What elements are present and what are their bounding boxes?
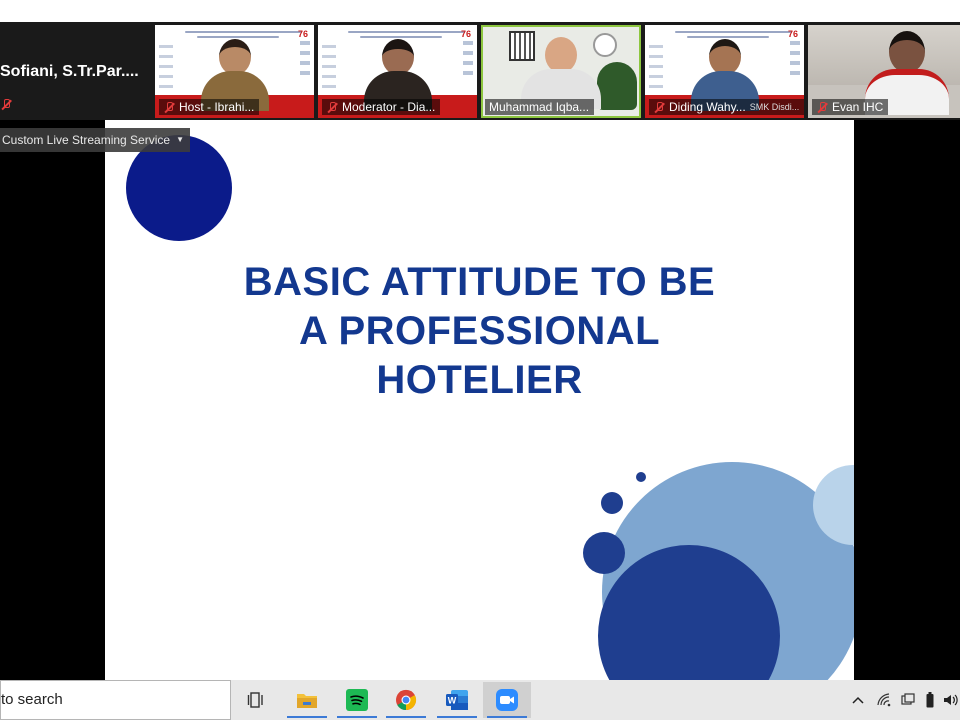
muted-mic-icon bbox=[816, 101, 828, 113]
file-explorer-icon[interactable] bbox=[283, 682, 331, 718]
chevron-up-icon[interactable] bbox=[850, 690, 866, 710]
window-top-strip bbox=[0, 0, 960, 22]
muted-mic-icon bbox=[653, 101, 665, 113]
slide-title: BASIC ATTITUDE TO BE A PROFESSIONAL HOTE… bbox=[243, 260, 716, 402]
participant-tile-diding[interactable]: 76 Diding Wahy... SMK Disdi... bbox=[645, 25, 804, 118]
participant-name-label: Diding Wahy... SMK Disdi... bbox=[649, 99, 804, 115]
taskbar-search-input[interactable]: to search bbox=[0, 680, 231, 720]
plant bbox=[597, 62, 637, 110]
chrome-icon[interactable] bbox=[382, 682, 430, 718]
participant-name-label: Host - Ibrahi... bbox=[159, 99, 260, 115]
decor-dot-medium bbox=[601, 492, 623, 514]
participant-tile-moderator[interactable]: 76 Moderator - Dia... bbox=[318, 25, 477, 118]
dropdown-caret-icon: ▼ bbox=[176, 135, 184, 144]
gallery-strip: Sofiani, S.Tr.Par.... 76 Host - Ibrahi..… bbox=[0, 22, 960, 120]
shared-presentation-slide: BASIC ATTITUDE TO BE A PROFESSIONAL HOTE… bbox=[105, 120, 854, 680]
svg-text:W: W bbox=[448, 696, 457, 706]
participant-tile-evan[interactable]: Evan IHC bbox=[808, 25, 960, 118]
participant-name: Sofiani, S.Tr.Par.... bbox=[0, 63, 139, 80]
participant-tile-sofiani[interactable]: Sofiani, S.Tr.Par.... bbox=[0, 25, 150, 118]
speaker-icon[interactable] bbox=[942, 690, 960, 710]
participant-name-label: Muhammad Iqba... bbox=[485, 99, 595, 115]
spotify-icon[interactable] bbox=[333, 682, 381, 718]
participant-name-label: Moderator - Dia... bbox=[322, 99, 441, 115]
live-streaming-menu[interactable]: Custom Live Streaming Service ▼ bbox=[0, 128, 190, 152]
participant-tile-muhammad-iqbal[interactable]: Muhammad Iqba... bbox=[481, 25, 641, 118]
decor-dot-small bbox=[636, 472, 646, 482]
display-project-icon[interactable] bbox=[899, 690, 917, 710]
wifi-icon[interactable] bbox=[876, 690, 894, 710]
muted-mic-icon bbox=[163, 101, 175, 113]
muted-mic-icon bbox=[0, 97, 12, 115]
participant-tile-host[interactable]: 76 Host - Ibrahi... bbox=[155, 25, 314, 118]
battery-icon[interactable] bbox=[922, 690, 938, 710]
decor-dot-large bbox=[583, 532, 625, 574]
muted-mic-icon bbox=[326, 101, 338, 113]
zoom-icon[interactable] bbox=[483, 682, 531, 718]
task-view-icon[interactable] bbox=[232, 682, 280, 718]
word-icon[interactable]: W bbox=[433, 682, 481, 718]
participant-name-label: Evan IHC bbox=[812, 99, 889, 115]
